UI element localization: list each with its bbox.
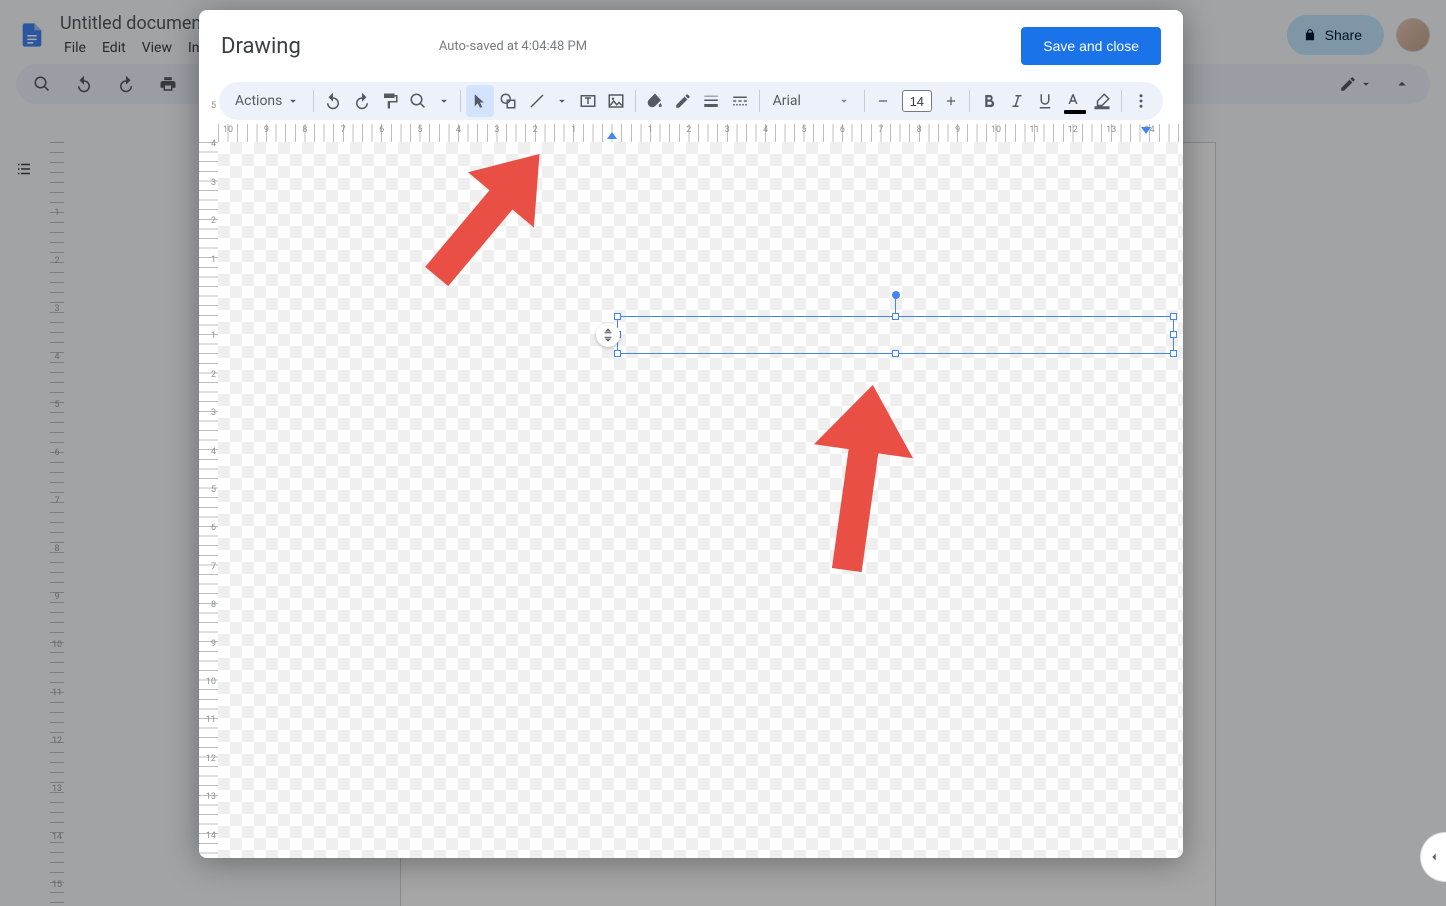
shape-tool-button[interactable] bbox=[494, 85, 522, 117]
drawing-dialog: Drawing Auto-saved at 4:04:48 PM Save an… bbox=[199, 10, 1183, 858]
resize-handle-tm[interactable] bbox=[892, 313, 899, 320]
paint-format-button[interactable] bbox=[376, 85, 404, 117]
actions-menu[interactable]: Actions bbox=[227, 93, 308, 109]
italic-button[interactable] bbox=[1003, 85, 1031, 117]
font-size-increase-button[interactable] bbox=[938, 85, 964, 117]
highlight-color-button[interactable] bbox=[1088, 85, 1116, 117]
underline-button[interactable] bbox=[1031, 85, 1059, 117]
bold-button[interactable] bbox=[975, 85, 1003, 117]
textbox-tool-button[interactable] bbox=[574, 85, 602, 117]
redo-button[interactable] bbox=[347, 85, 375, 117]
more-options-button[interactable] bbox=[1127, 85, 1155, 117]
vertical-ruler[interactable]: 54321123456789101112131415 bbox=[199, 142, 218, 858]
zoom-button[interactable] bbox=[404, 85, 432, 117]
rotate-handle[interactable] bbox=[892, 291, 900, 299]
resize-handle-bm[interactable] bbox=[892, 350, 899, 357]
save-and-close-button[interactable]: Save and close bbox=[1021, 27, 1161, 65]
resize-handle-bl[interactable] bbox=[614, 350, 621, 357]
text-color-swatch bbox=[1064, 110, 1086, 114]
drawing-canvas-area: L1098765432112345678910111213141516 5432… bbox=[199, 124, 1183, 858]
border-weight-button[interactable] bbox=[697, 85, 725, 117]
border-color-button[interactable] bbox=[669, 85, 697, 117]
font-size-control bbox=[870, 85, 964, 117]
resize-handle-br[interactable] bbox=[1170, 350, 1177, 357]
indent-left-marker[interactable] bbox=[607, 132, 617, 139]
border-dash-button[interactable] bbox=[726, 85, 754, 117]
zoom-dropdown[interactable] bbox=[432, 85, 455, 117]
indent-right-marker[interactable] bbox=[1141, 127, 1151, 134]
text-color-button[interactable] bbox=[1059, 85, 1087, 117]
undo-button[interactable] bbox=[319, 85, 347, 117]
image-tool-button[interactable] bbox=[602, 85, 630, 117]
line-tool-button[interactable] bbox=[522, 85, 550, 117]
font-size-decrease-button[interactable] bbox=[870, 85, 896, 117]
selected-textbox[interactable] bbox=[617, 316, 1174, 354]
drawing-toolbar: Actions Arial bbox=[219, 82, 1163, 120]
fill-color-button[interactable] bbox=[641, 85, 669, 117]
autofit-button[interactable] bbox=[596, 323, 620, 347]
horizontal-ruler[interactable]: L1098765432112345678910111213141516 bbox=[218, 124, 1183, 142]
dialog-header: Drawing Auto-saved at 4:04:48 PM Save an… bbox=[199, 10, 1183, 82]
line-tool-dropdown[interactable] bbox=[551, 85, 574, 117]
resize-handle-tl[interactable] bbox=[614, 313, 621, 320]
dialog-title: Drawing bbox=[221, 34, 301, 59]
autosave-status: Auto-saved at 4:04:48 PM bbox=[439, 39, 587, 54]
drawing-canvas[interactable] bbox=[218, 142, 1183, 858]
font-family-select[interactable]: Arial bbox=[765, 93, 859, 109]
resize-handle-mr[interactable] bbox=[1170, 331, 1177, 338]
resize-handle-tr[interactable] bbox=[1170, 313, 1177, 320]
font-size-input[interactable] bbox=[902, 90, 932, 112]
select-tool-button[interactable] bbox=[466, 85, 494, 117]
chevron-down-icon bbox=[286, 94, 300, 108]
chevron-down-icon bbox=[837, 94, 851, 108]
